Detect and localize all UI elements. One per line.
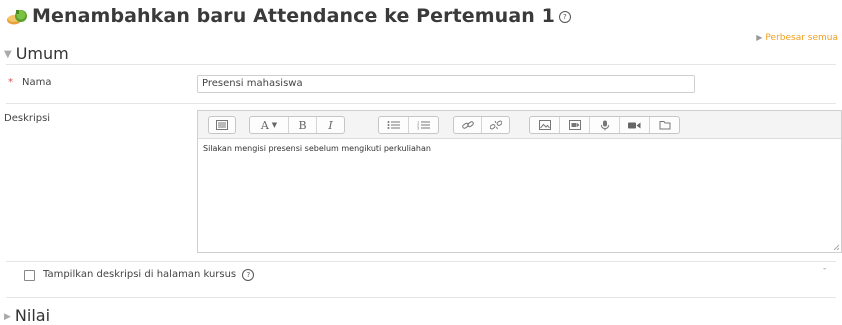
expand-all-link[interactable]: ▶ Perbesar semua <box>756 33 838 43</box>
editor-content[interactable]: Silakan mengisi presensi sebelum mengiku… <box>203 144 431 153</box>
resize-handle-icon[interactable] <box>833 244 840 251</box>
section-divider <box>6 64 836 65</box>
chevron-right-icon: ▶ <box>4 312 11 322</box>
toolbar-group-3: 123 <box>378 116 439 134</box>
record-video-icon[interactable] <box>620 117 650 133</box>
stray-mark: - <box>823 264 827 274</box>
svg-text:3: 3 <box>417 127 419 131</box>
field-divider-2 <box>6 261 836 262</box>
toolbar-group-4 <box>453 116 510 134</box>
page-title: Menambahkan baru Attendance ke Pertemuan… <box>6 5 571 30</box>
toolbar-group-1 <box>208 116 236 134</box>
show-description-row: Tampilkan deskripsi di halaman kursus ? <box>43 269 255 281</box>
show-description-label: Tampilkan deskripsi di halaman kursus <box>43 269 237 280</box>
deskripsi-editor[interactable]: A ▼ B I 123 Silakan mengisi presensi seb… <box>197 110 842 253</box>
deskripsi-label: Deskripsi <box>4 113 51 124</box>
italic-icon[interactable]: I <box>317 117 344 133</box>
nama-input[interactable] <box>197 75 695 93</box>
link-icon[interactable] <box>454 117 482 133</box>
unordered-list-icon[interactable] <box>379 117 409 133</box>
section-nilai-label: Nilai <box>14 306 51 325</box>
ordered-list-icon[interactable]: 123 <box>409 117 438 133</box>
manage-files-icon[interactable] <box>650 117 679 133</box>
nama-label: Nama <box>22 77 52 88</box>
record-audio-icon[interactable] <box>590 117 620 133</box>
toolbar-toggle-icon[interactable] <box>209 117 235 133</box>
section-umum-label: Umum <box>15 44 69 63</box>
media-icon[interactable] <box>560 117 590 133</box>
bold-icon[interactable]: B <box>289 117 317 133</box>
section-nilai-header[interactable]: ▶ Nilai <box>4 306 50 325</box>
image-icon[interactable] <box>530 117 560 133</box>
attendance-module-icon <box>6 8 28 30</box>
expand-all-label: Perbesar semua <box>765 33 838 43</box>
show-description-checkbox[interactable] <box>24 270 35 281</box>
toolbar-group-5 <box>529 116 680 134</box>
section-divider-2 <box>6 297 836 298</box>
help-icon[interactable]: ? <box>558 11 571 23</box>
field-divider <box>6 103 836 104</box>
chevron-down-icon: ▼ <box>4 49 12 60</box>
expand-triangle-icon: ▶ <box>756 33 763 42</box>
required-marker: * <box>8 77 13 88</box>
unlink-icon[interactable] <box>482 117 509 133</box>
page-title-text: Menambahkan baru Attendance ke Pertemuan… <box>32 5 555 27</box>
toolbar-group-2: A ▼ B I <box>249 116 345 134</box>
editor-toolbar: A ▼ B I 123 <box>198 111 841 139</box>
section-umum-header[interactable]: ▼ Umum <box>4 44 69 63</box>
help-icon[interactable]: ? <box>242 269 255 281</box>
font-style-icon[interactable]: A ▼ <box>250 117 289 133</box>
